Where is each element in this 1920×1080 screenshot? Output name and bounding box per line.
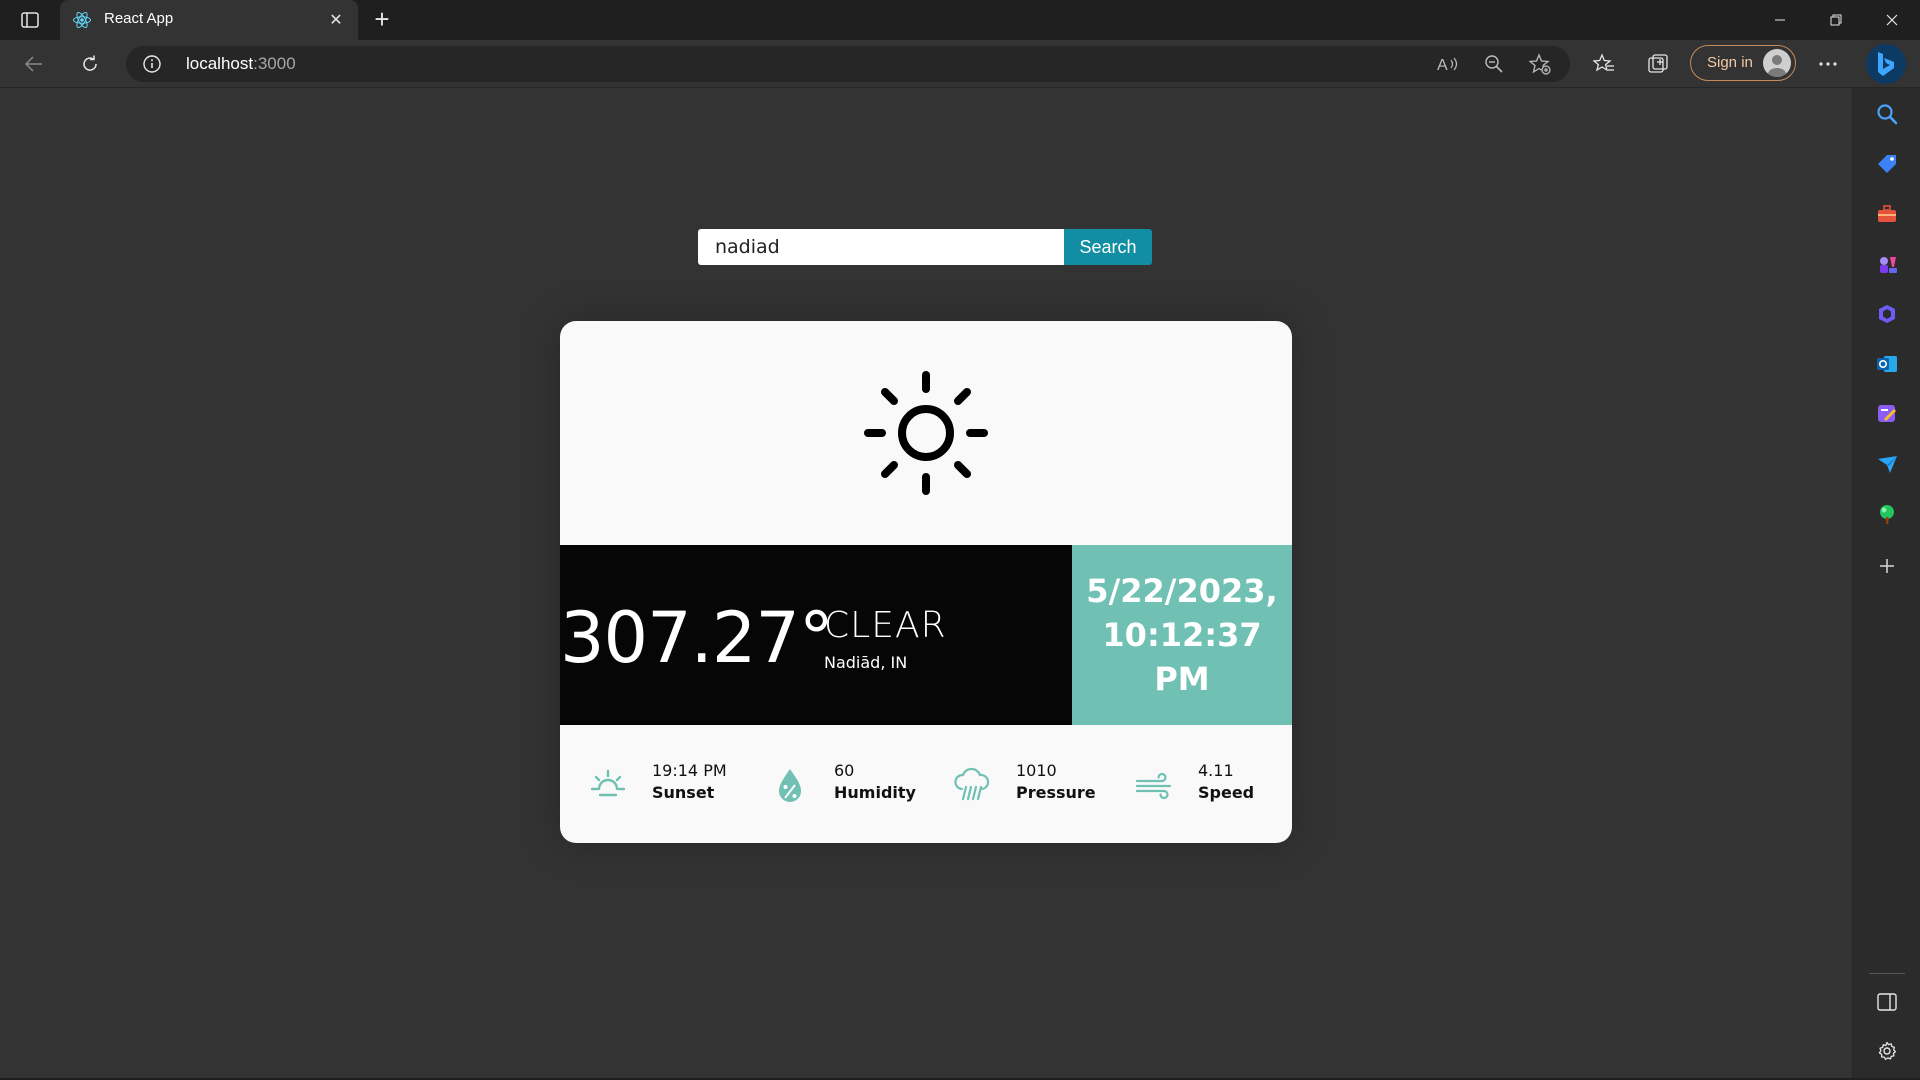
temperature-value: 307.27° [560, 597, 834, 679]
sidebar-divider [1869, 973, 1905, 974]
stats-row: 19:14 PM Sunset 60 Humidity 1010 Pressur… [560, 725, 1292, 843]
more-options-icon[interactable] [1812, 48, 1844, 80]
sun-icon [864, 371, 988, 495]
add-icon[interactable] [1875, 554, 1899, 578]
tree-icon[interactable] [1875, 502, 1899, 526]
datetime-text: 5/22/2023, 10:12:37 PM [1072, 569, 1292, 701]
read-aloud-icon[interactable]: A [1436, 52, 1460, 76]
search-button[interactable]: Search [1064, 229, 1152, 265]
datetime-panel: 5/22/2023, 10:12:37 PM [1072, 545, 1292, 725]
time-text: 10:12:37 PM [1102, 616, 1262, 698]
tools-icon[interactable] [1875, 202, 1899, 226]
svg-text:A: A [1437, 57, 1448, 73]
city-search-input[interactable] [698, 229, 1064, 265]
weather-icon-area [560, 321, 1292, 545]
collections-icon[interactable] [1642, 48, 1674, 80]
window-controls [1752, 0, 1920, 40]
restore-icon[interactable] [1808, 0, 1864, 40]
settings-gear-icon[interactable] [1875, 1039, 1899, 1063]
minimize-icon[interactable] [1752, 0, 1808, 40]
site-info-icon[interactable] [142, 54, 162, 74]
pressure-label: Pressure [1016, 783, 1096, 802]
sign-in-button[interactable]: Sign in [1690, 45, 1796, 81]
temperature-panel: 307.27° CLEAR Nadiād, IN [560, 545, 1072, 725]
weather-card: 307.27° CLEAR Nadiād, IN 5/22/2023, 10:1… [560, 321, 1292, 843]
pressure-icon [954, 767, 990, 801]
sign-in-label: Sign in [1707, 54, 1753, 71]
tab-strip: React App ✕ + [0, 0, 1920, 40]
url-host: localhost [186, 54, 254, 73]
humidity-icon [779, 769, 801, 802]
avatar-icon [1763, 49, 1791, 77]
wind-value: 4.11 [1198, 761, 1234, 780]
games-icon[interactable] [1875, 252, 1899, 276]
tab-actions-icon[interactable] [14, 6, 46, 34]
outlook-icon[interactable] [1875, 352, 1899, 376]
url-port: :3000 [253, 54, 296, 73]
shopping-tag-icon[interactable] [1875, 152, 1899, 176]
sunset-value: 19:14 PM [652, 761, 727, 780]
location-label: Nadiād, IN [824, 653, 908, 672]
sunset-icon [590, 769, 626, 797]
weather-condition: CLEAR [824, 605, 947, 646]
send-icon[interactable] [1875, 452, 1899, 476]
new-tab-button[interactable]: + [368, 6, 396, 34]
pressure-value: 1010 [1016, 761, 1057, 780]
bing-copilot-icon[interactable] [1866, 44, 1906, 84]
back-arrow-icon[interactable] [18, 48, 50, 80]
close-tab-icon[interactable]: ✕ [326, 10, 346, 30]
search-bar: Search [698, 229, 1152, 265]
copilot-icon[interactable] [1875, 302, 1899, 326]
zoom-out-icon[interactable] [1482, 52, 1506, 76]
wind-label: Speed [1198, 783, 1255, 802]
browser-tab[interactable]: React App ✕ [60, 0, 358, 40]
browser-toolbar: localhost:3000 A Sign in [0, 40, 1920, 88]
address-bar[interactable]: localhost:3000 A [126, 46, 1570, 82]
date-text: 5/22/2023, [1086, 572, 1278, 610]
search-icon[interactable] [1875, 102, 1899, 126]
close-window-icon[interactable] [1864, 0, 1920, 40]
humidity-value: 60 [834, 761, 855, 780]
page-viewport: Search 307.27° CLEAR Nadiād, I [0, 88, 1852, 1080]
sunset-label: Sunset [652, 783, 715, 802]
refresh-icon[interactable] [74, 48, 106, 80]
react-icon [72, 10, 92, 30]
tab-title: React App [104, 10, 174, 27]
designer-icon[interactable] [1875, 402, 1899, 426]
add-favorite-icon[interactable] [1528, 52, 1552, 76]
favorites-icon[interactable] [1588, 48, 1620, 80]
wind-icon [1135, 772, 1172, 800]
edge-sidebar [1852, 88, 1920, 1080]
hide-sidebar-icon[interactable] [1875, 990, 1899, 1014]
address-url: localhost:3000 [186, 54, 296, 74]
humidity-label: Humidity [834, 783, 916, 802]
